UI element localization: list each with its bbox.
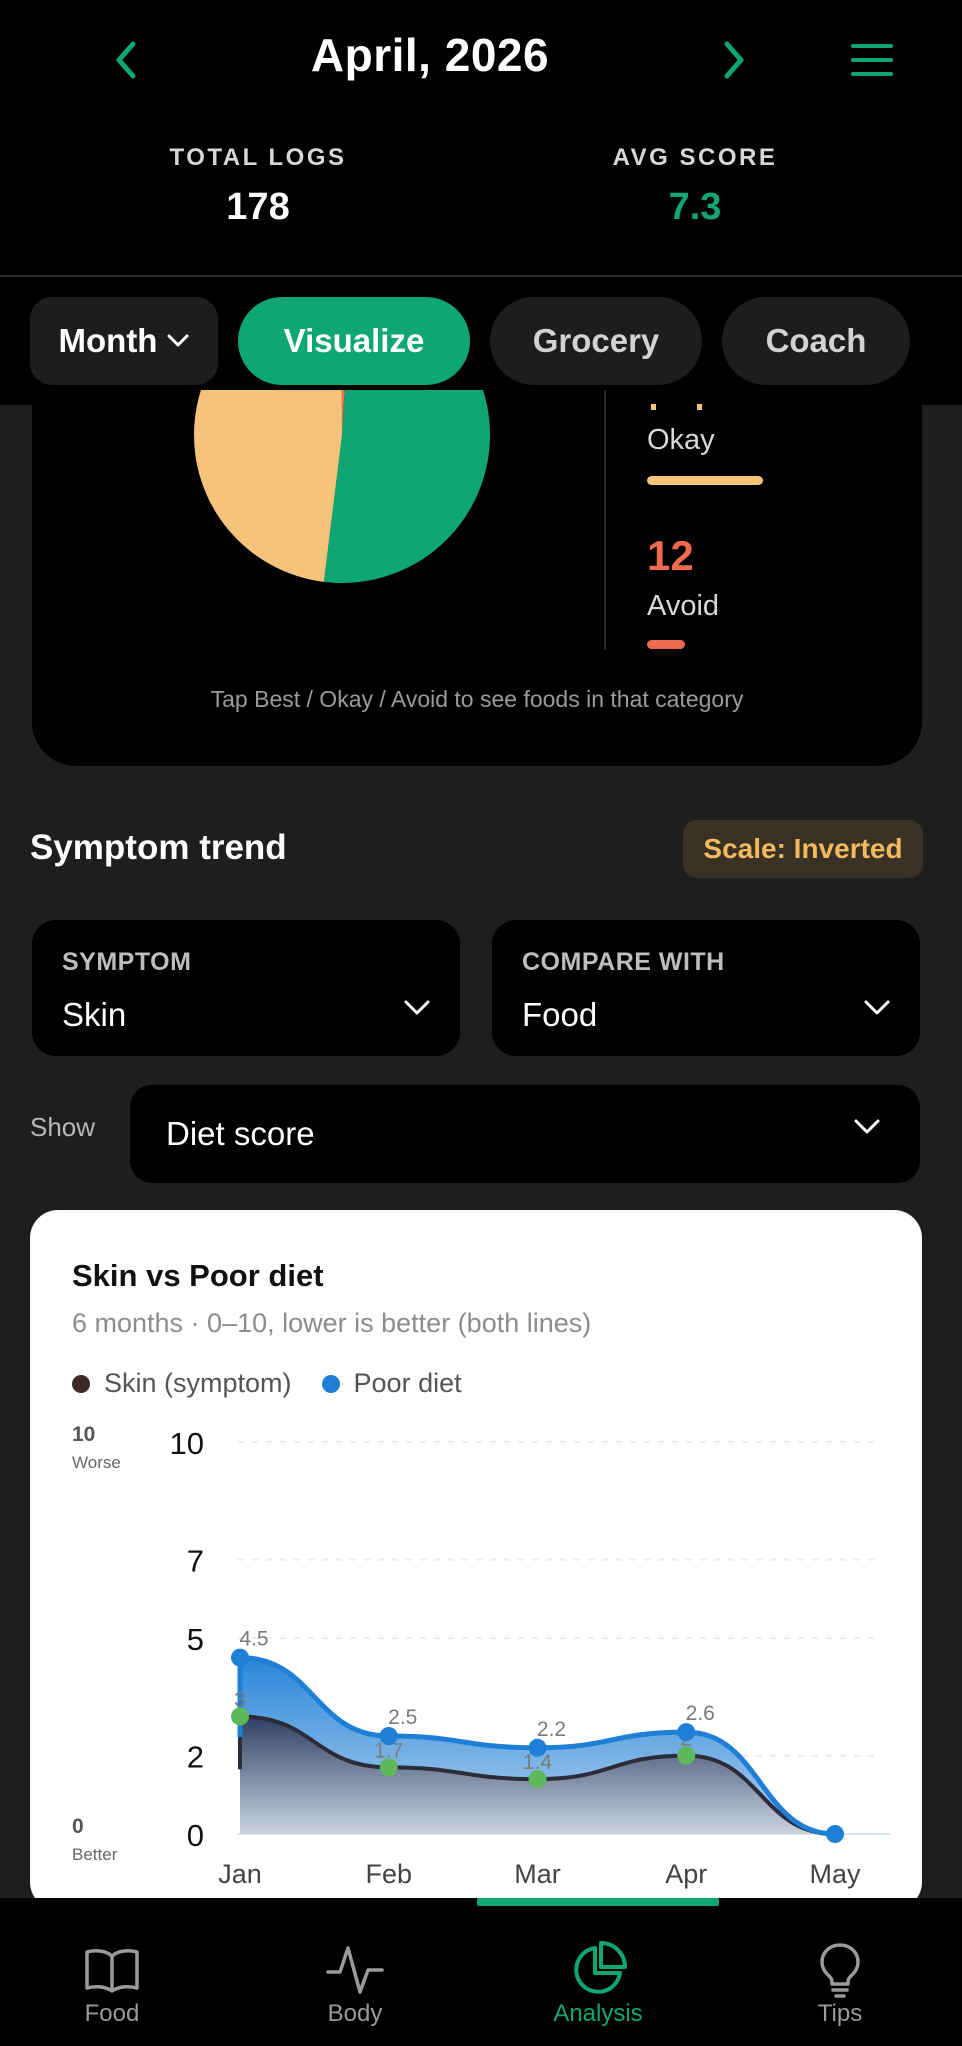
pulse-icon bbox=[323, 1940, 387, 2000]
select-label: SYMPTOM bbox=[62, 948, 192, 976]
select-value: Food bbox=[522, 996, 598, 1033]
symptom-select[interactable]: SYMPTOM Skin bbox=[32, 920, 460, 1056]
lightbulb-icon bbox=[808, 1940, 872, 2000]
stat-value: 7.3 bbox=[668, 186, 722, 228]
menu-button[interactable] bbox=[842, 30, 902, 90]
nav-item-body[interactable]: Body bbox=[235, 1898, 475, 2046]
tab-bar: Month Visualize Grocery Coach bbox=[0, 277, 962, 405]
legend-bar bbox=[647, 640, 685, 649]
x-tick-label: Mar bbox=[514, 1859, 561, 1889]
y-tick-label: 5 bbox=[187, 1622, 204, 1657]
pie-chart-icon bbox=[566, 1940, 630, 2000]
select-label: COMPARE WITH bbox=[522, 948, 725, 976]
diet-value-label: 2.5 bbox=[388, 1706, 417, 1729]
diet-value-label: 2.2 bbox=[537, 1718, 566, 1741]
pie-hint-text: Tap Best / Okay / Avoid to see foods in … bbox=[210, 686, 744, 712]
y-tick-label: 7 bbox=[187, 1544, 204, 1579]
tab-visualize[interactable]: Visualize bbox=[238, 297, 470, 385]
legend-value: 12 bbox=[647, 532, 694, 579]
legend-label: Avoid bbox=[647, 590, 720, 622]
tab-grocery[interactable]: Grocery bbox=[490, 297, 702, 385]
diet-point[interactable] bbox=[379, 1727, 398, 1745]
tab-label: Visualize bbox=[283, 322, 425, 359]
tab-month[interactable]: Month bbox=[30, 297, 218, 385]
y-hint-value: 0 bbox=[72, 1815, 84, 1838]
bottom-navigation: Food Body Analysis Tips bbox=[0, 1898, 962, 2046]
stat-label: TOTAL LOGS bbox=[169, 144, 347, 171]
next-month-button[interactable] bbox=[705, 30, 765, 90]
tab-coach[interactable]: Coach bbox=[722, 297, 910, 385]
nav-label: Food bbox=[84, 2000, 140, 2027]
x-tick-label: May bbox=[809, 1859, 861, 1889]
section-title: Symptom trend bbox=[30, 828, 287, 867]
show-label: Show bbox=[30, 1112, 96, 1142]
hamburger-menu-icon bbox=[851, 44, 893, 76]
chevron-down-icon bbox=[167, 334, 189, 347]
divider bbox=[604, 390, 606, 650]
nav-item-tips[interactable]: Tips bbox=[720, 1898, 960, 2046]
compare-with-select[interactable]: COMPARE WITH Food bbox=[492, 920, 920, 1056]
nav-item-analysis[interactable]: Analysis bbox=[478, 1898, 718, 2046]
partial-number-glyph bbox=[651, 404, 702, 410]
diet-breakdown-card: Okay 12 Avoid Tap Best / Okay / Avoid to… bbox=[32, 390, 922, 766]
stat-value: 178 bbox=[226, 186, 290, 228]
book-icon bbox=[80, 1940, 144, 2000]
select-value: Skin bbox=[62, 996, 127, 1033]
y-hint-value: 10 bbox=[72, 1423, 95, 1446]
trend-chart-card: Skin vs Poor diet 6 months · 0–10, lower… bbox=[30, 1210, 922, 1910]
pie-slice-best[interactable] bbox=[323, 390, 490, 583]
nav-label: Analysis bbox=[553, 2000, 643, 2027]
diet-value-label: 2.6 bbox=[686, 1702, 715, 1725]
nav-item-food[interactable]: Food bbox=[0, 1898, 232, 2046]
x-tick-label: Apr bbox=[665, 1859, 707, 1889]
chevron-down-icon bbox=[864, 1000, 890, 1015]
x-tick-label: Jan bbox=[218, 1859, 262, 1889]
total-logs-stat: TOTAL LOGS 178 bbox=[108, 144, 408, 229]
chevron-right-icon bbox=[724, 41, 744, 79]
legend-bar bbox=[647, 476, 763, 485]
trend-chart[interactable]: 10752010Worse0Better31.71.424.52.52.22.6… bbox=[30, 1210, 922, 1910]
y-hint-text: Better bbox=[72, 1845, 118, 1864]
tab-label: Coach bbox=[765, 322, 867, 359]
pie-slice-okay[interactable] bbox=[194, 390, 342, 582]
y-tick-label: 2 bbox=[187, 1740, 204, 1775]
diet-point[interactable] bbox=[677, 1723, 696, 1742]
select-value: Diet score bbox=[166, 1115, 315, 1152]
avg-score-stat: AVG SCORE 7.3 bbox=[545, 144, 845, 229]
chevron-down-icon bbox=[854, 1119, 880, 1134]
show-metric-select[interactable]: Diet score bbox=[130, 1085, 920, 1183]
legend-label: Okay bbox=[647, 424, 715, 456]
diet-point[interactable] bbox=[528, 1738, 547, 1757]
tab-label: Grocery bbox=[532, 322, 660, 359]
diet-pie-chart[interactable] bbox=[32, 390, 922, 650]
header: April, 2026 TOTAL LOGS 178 AVG SCORE 7.3 bbox=[0, 0, 962, 277]
chevron-down-icon bbox=[404, 1000, 430, 1015]
tab-label: Month bbox=[58, 322, 158, 359]
scale-badge[interactable]: Scale: Inverted bbox=[683, 820, 923, 878]
nav-label: Tips bbox=[817, 2000, 863, 2027]
y-tick-label: 0 bbox=[187, 1818, 204, 1853]
diet-point[interactable] bbox=[826, 1825, 844, 1843]
y-tick-label: 10 bbox=[170, 1426, 204, 1461]
nav-label: Body bbox=[327, 2000, 383, 2027]
y-hint-text: Worse bbox=[72, 1453, 121, 1472]
stat-label: AVG SCORE bbox=[612, 144, 778, 171]
symptom-value-label: 3 bbox=[234, 1688, 246, 1711]
x-tick-label: Feb bbox=[365, 1859, 412, 1889]
diet-value-label: 4.5 bbox=[239, 1628, 268, 1651]
diet-point[interactable] bbox=[231, 1648, 249, 1667]
